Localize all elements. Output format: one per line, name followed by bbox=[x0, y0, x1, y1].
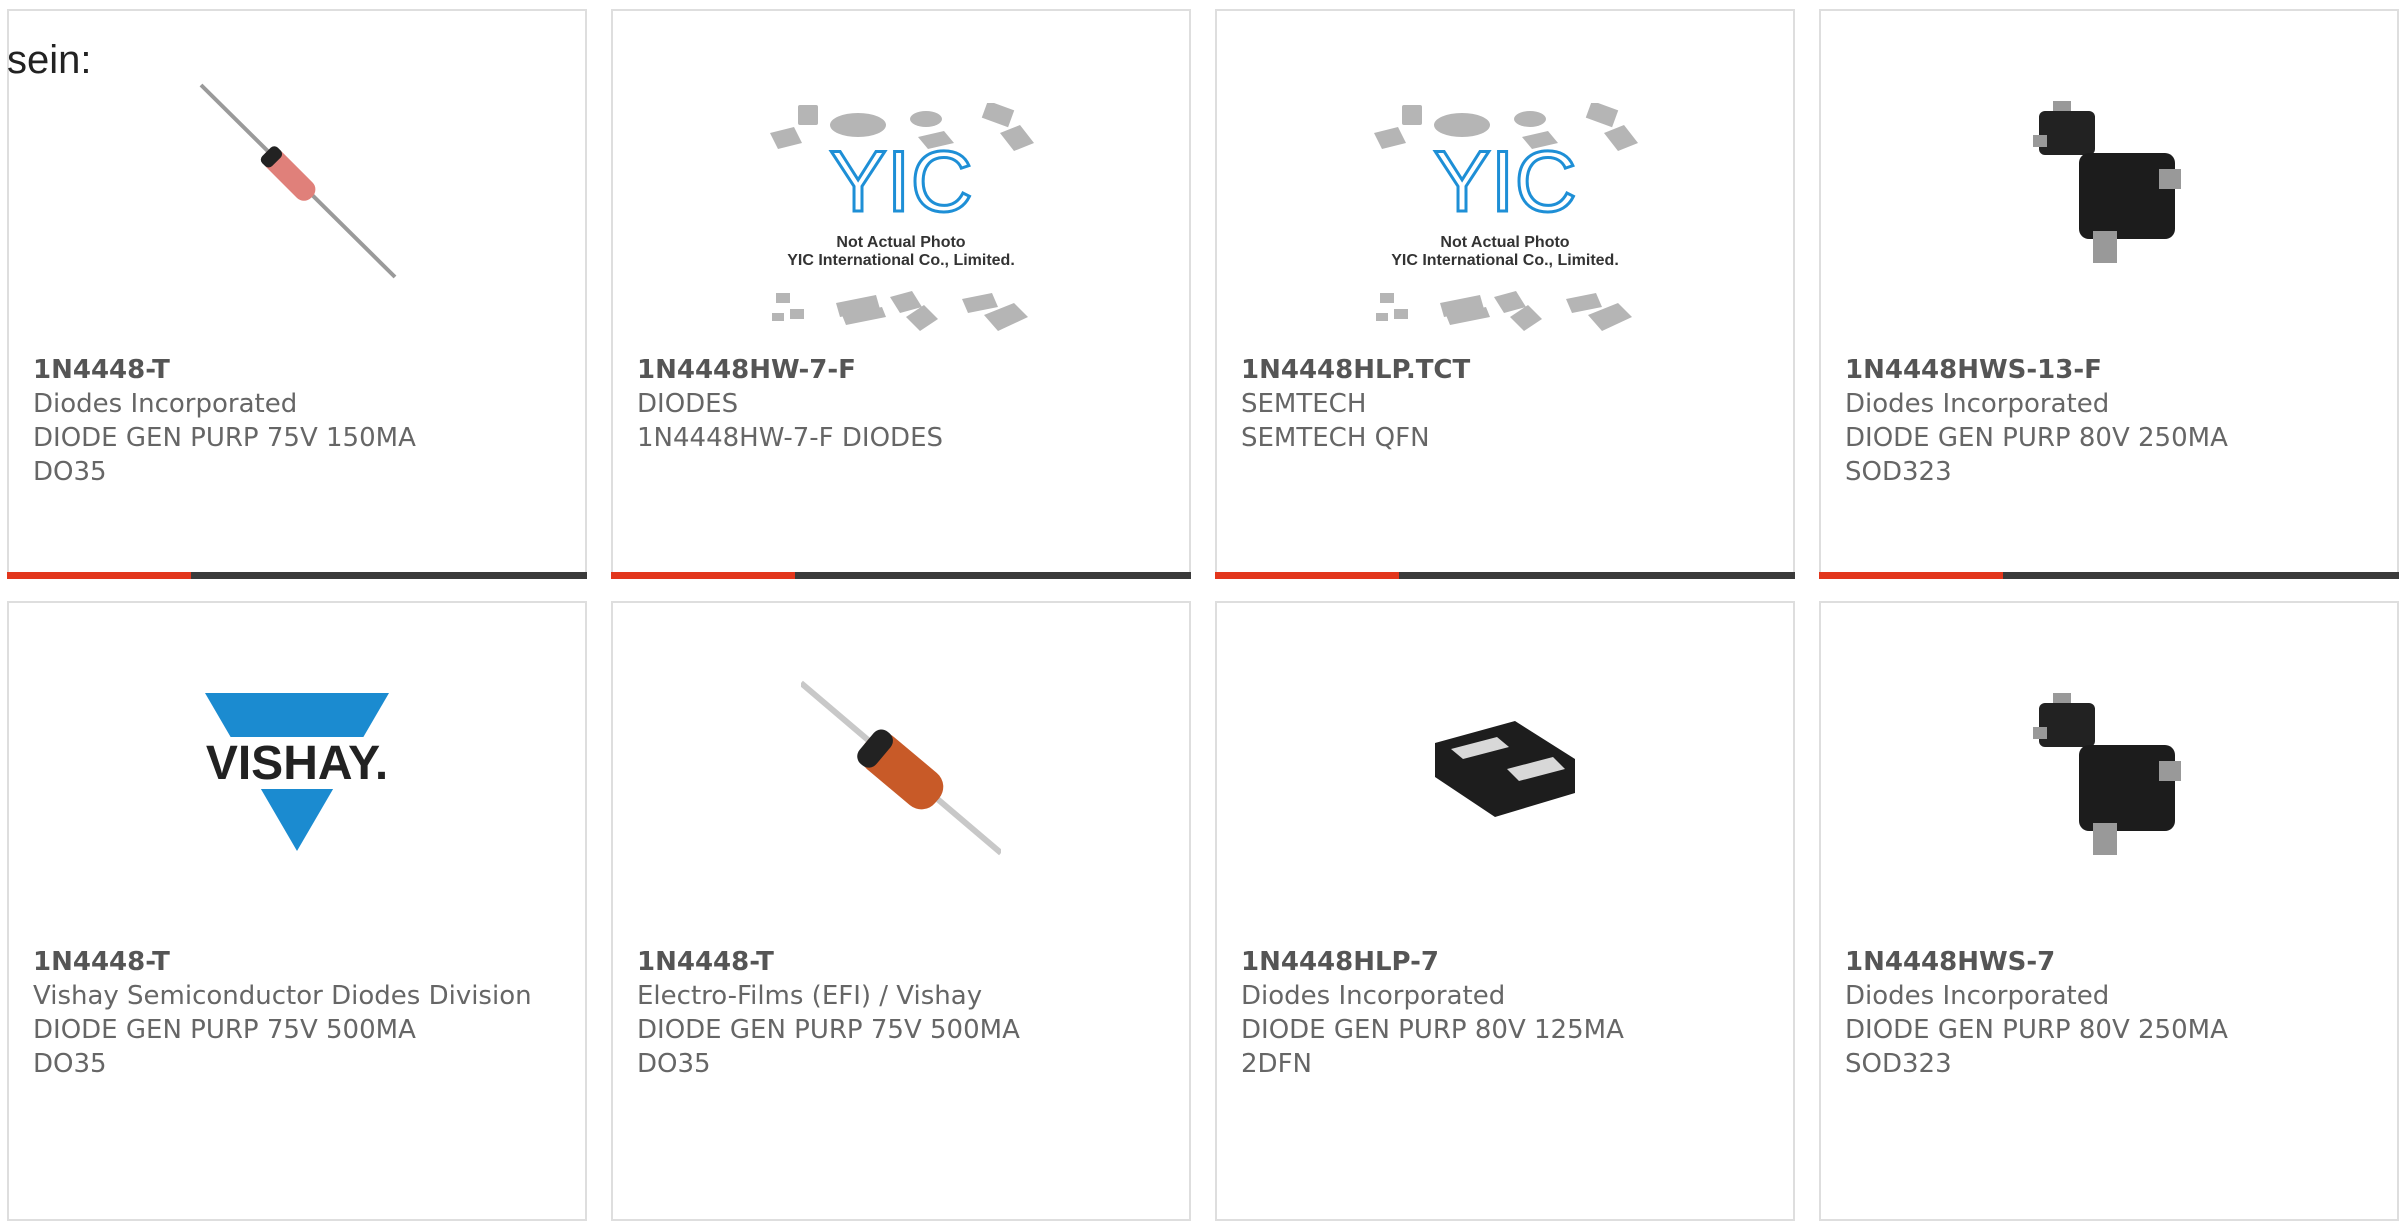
manufacturer: Diodes Incorporated bbox=[1241, 981, 1506, 1011]
product-grid-row-2: VISHAY. 1N4448-T Vishay Semiconductor Di… bbox=[7, 601, 2400, 1221]
description: DIODE GEN PURP 75V 150MA bbox=[33, 423, 416, 453]
part-number-link[interactable]: 1N4448-T bbox=[33, 945, 565, 979]
part-number-link[interactable]: 1N4448HW-7-F bbox=[637, 353, 1169, 387]
svg-text:YIC: YIC bbox=[1433, 134, 1576, 230]
svg-text:YIC: YIC bbox=[829, 134, 972, 230]
product-card[interactable]: YIC Not Actual Photo YIC International C… bbox=[1215, 9, 1795, 579]
part-number-link[interactable]: 1N4448-T bbox=[33, 353, 565, 387]
card-progress-bar bbox=[1819, 572, 2399, 579]
axial-diode-image[interactable] bbox=[197, 81, 397, 281]
manufacturer: Diodes Incorporated bbox=[33, 389, 298, 419]
manufacturer: Electro-Films (EFI) / Vishay bbox=[637, 981, 983, 1011]
vishay-logo-image[interactable]: VISHAY. bbox=[197, 673, 397, 873]
part-number-link[interactable]: 1N4448HLP.TCT bbox=[1241, 353, 1773, 387]
product-grid: 1N4448-T Diodes Incorporated DIODE GEN P… bbox=[7, 9, 2400, 579]
card-progress-bar bbox=[611, 572, 1191, 579]
placeholder-text-1: Not Actual Photo bbox=[836, 234, 965, 251]
product-card[interactable]: VISHAY. 1N4448-T Vishay Semiconductor Di… bbox=[7, 601, 587, 1221]
yic-placeholder-image[interactable]: YIC Not Actual Photo YIC International C… bbox=[766, 103, 1036, 343]
part-number-link[interactable]: 1N4448HWS-13-F bbox=[1845, 353, 2377, 387]
product-card[interactable]: 1N4448-T Diodes Incorporated DIODE GEN P… bbox=[7, 9, 587, 579]
description: DIODE GEN PURP 80V 125MA bbox=[1241, 1015, 1624, 1045]
package: DO35 bbox=[33, 457, 107, 487]
product-card[interactable]: 1N4448HLP-7 Diodes Incorporated DIODE GE… bbox=[1215, 601, 1795, 1221]
product-card[interactable]: YIC Not Actual Photo YIC International C… bbox=[611, 9, 1191, 579]
product-card[interactable]: 1N4448HWS-13-F Diodes Incorporated DIODE… bbox=[1819, 9, 2399, 579]
manufacturer: Vishay Semiconductor Diodes Division bbox=[33, 981, 532, 1011]
description: DIODE GEN PURP 75V 500MA bbox=[637, 1015, 1020, 1045]
yic-placeholder-image[interactable]: YIC Not Actual Photo YIC International C… bbox=[1370, 103, 1640, 343]
card-progress-bar bbox=[1215, 572, 1795, 579]
part-number-link[interactable]: 1N4448-T bbox=[637, 945, 1169, 979]
part-number-link[interactable]: 1N4448HLP-7 bbox=[1241, 945, 1773, 979]
placeholder-text-2: YIC International Co., Limited. bbox=[1391, 252, 1619, 269]
vishay-logo-text: VISHAY. bbox=[206, 737, 388, 790]
manufacturer: Diodes Incorporated bbox=[1845, 389, 2110, 419]
placeholder-text-2: YIC International Co., Limited. bbox=[787, 252, 1015, 269]
manufacturer: Diodes Incorporated bbox=[1845, 981, 2110, 1011]
intro-text: sein: bbox=[7, 38, 92, 82]
package: DO35 bbox=[637, 1049, 711, 1079]
manufacturer: DIODES bbox=[637, 389, 739, 419]
description: DIODE GEN PURP 80V 250MA bbox=[1845, 423, 2228, 453]
description: 1N4448HW-7-F DIODES bbox=[637, 423, 943, 453]
package: SOD323 bbox=[1845, 1049, 1952, 1079]
placeholder-text-1: Not Actual Photo bbox=[1440, 234, 1569, 251]
part-number-link[interactable]: 1N4448HWS-7 bbox=[1845, 945, 2377, 979]
sod323-image[interactable] bbox=[2009, 81, 2209, 281]
package: 2DFN bbox=[1241, 1049, 1312, 1079]
description: DIODE GEN PURP 80V 250MA bbox=[1845, 1015, 2228, 1045]
dfn-package-image[interactable] bbox=[1405, 673, 1605, 873]
description: DIODE GEN PURP 75V 500MA bbox=[33, 1015, 416, 1045]
card-progress-bar bbox=[7, 572, 587, 579]
product-card[interactable]: 1N4448HWS-7 Diodes Incorporated DIODE GE… bbox=[1819, 601, 2399, 1221]
package: SOD323 bbox=[1845, 457, 1952, 487]
sod323-image[interactable] bbox=[2009, 673, 2209, 873]
description: SEMTECH QFN bbox=[1241, 423, 1430, 453]
package: DO35 bbox=[33, 1049, 107, 1079]
axial-diode-image[interactable] bbox=[801, 673, 1001, 873]
manufacturer: SEMTECH bbox=[1241, 389, 1367, 419]
product-card[interactable]: 1N4448-T Electro-Films (EFI) / Vishay DI… bbox=[611, 601, 1191, 1221]
